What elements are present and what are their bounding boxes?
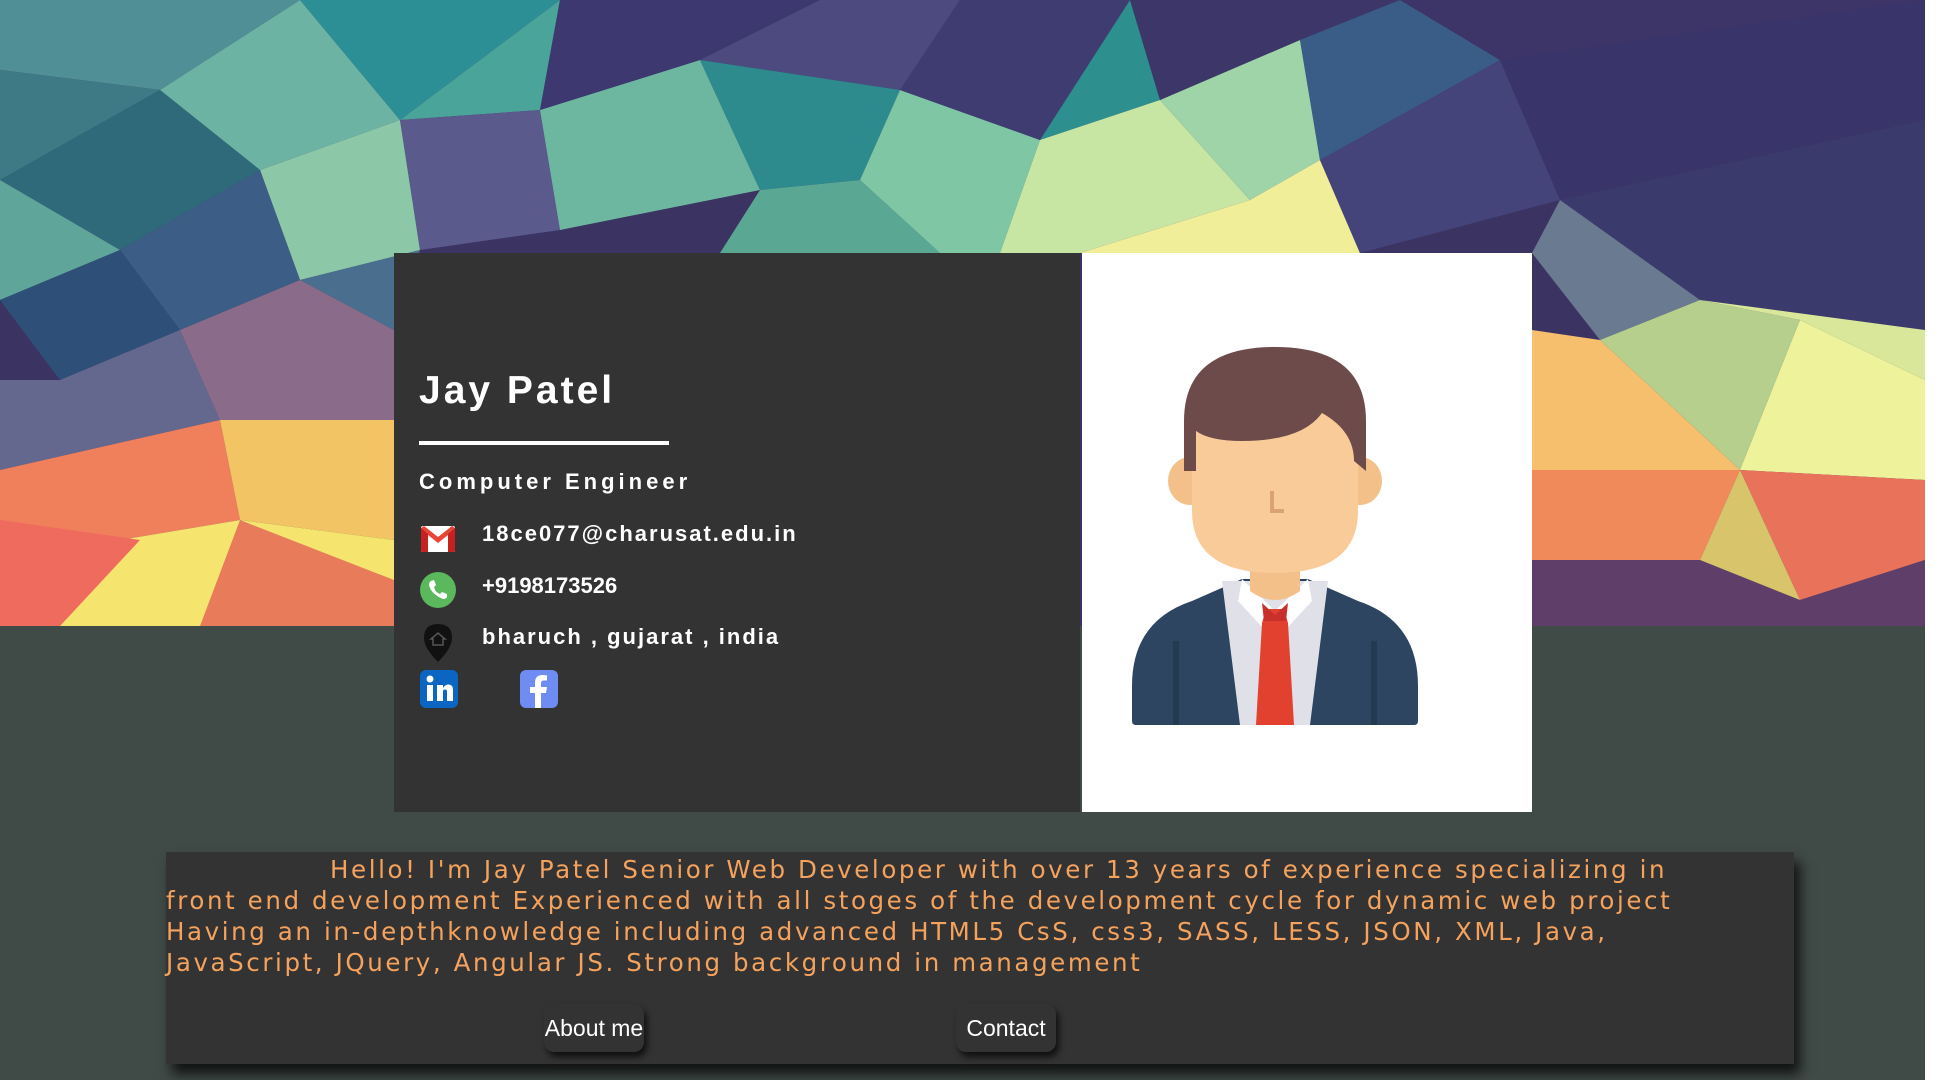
profile-title: Computer Engineer (419, 469, 692, 494)
about-section: Hello! I'm Jay Patel Senior Web Develope… (166, 852, 1794, 1064)
email-text[interactable]: 18ce077@charusat.edu.in (482, 521, 798, 547)
about-text: Hello! I'm Jay Patel Senior Web Develope… (166, 855, 1673, 977)
about-me-button[interactable]: About me (544, 1004, 644, 1052)
gmail-icon (419, 519, 457, 557)
phone-icon (419, 571, 457, 609)
businessman-avatar (1132, 341, 1418, 730)
profile-card: Jay Patel Computer Engineer 18ce077@char… (394, 253, 1080, 812)
location-text: bharuch , gujarat , india (482, 624, 781, 649)
location-pin-icon (419, 622, 457, 662)
facebook-icon[interactable] (519, 669, 559, 709)
phone-text[interactable]: +9198173526 (482, 573, 617, 599)
name-underline (419, 441, 669, 445)
avatar-panel (1082, 253, 1532, 812)
linkedin-icon[interactable] (419, 669, 459, 709)
page-right-edge (1925, 0, 1956, 1080)
contact-button[interactable]: Contact (956, 1004, 1056, 1052)
profile-name: Jay Patel (419, 369, 616, 412)
